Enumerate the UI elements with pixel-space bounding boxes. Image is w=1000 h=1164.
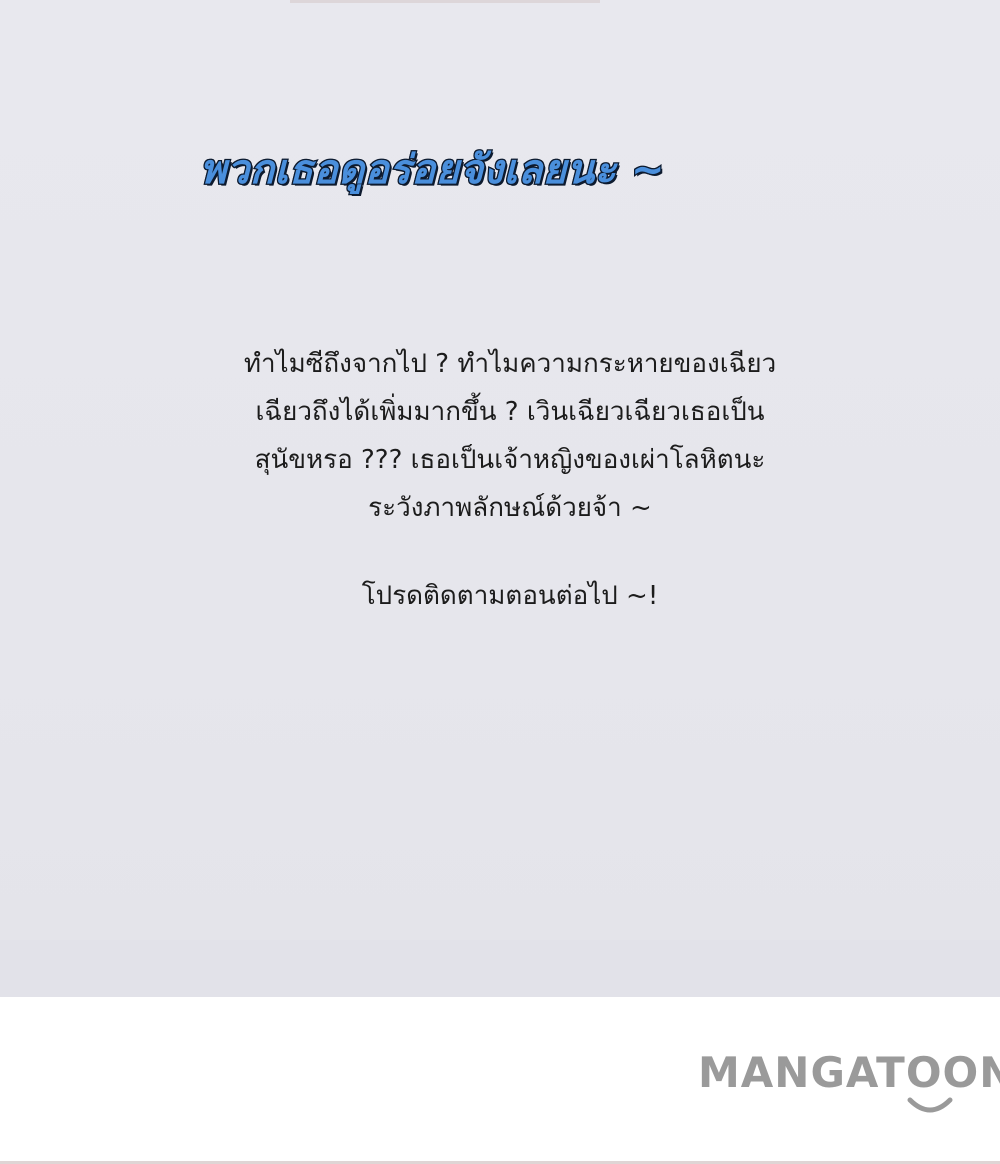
- panel-top-edge: [290, 0, 600, 3]
- mangatoon-watermark: MANGATOON: [698, 1046, 1000, 1116]
- body-line: เฉียวถึงได้เพิ่มมากขึ้น ? เวินเฉียวเฉียว…: [255, 397, 765, 427]
- smile-icon: [907, 1097, 953, 1113]
- panel-body-text: ทำไมซีถึงจากไป ? ทำไมความกระหายของเฉียว …: [110, 340, 910, 532]
- panel-title: พวกเธอดูอร่อยจังเลยนะ ~: [199, 146, 666, 195]
- comic-panel: พวกเธอดูอร่อยจังเลยนะ ~ ทำไมซีถึงจากไป ?…: [0, 0, 1000, 997]
- body-line: สุนัขหรอ ??? เธอเป็นเจ้าหญิงของเผ่าโลหิต…: [254, 445, 766, 475]
- body-line: ระวังภาพลักษณ์ด้วยจ้า ~: [368, 493, 652, 523]
- body-line: ทำไมซีถึงจากไป ? ทำไมความกระหายของเฉียว: [243, 349, 777, 379]
- watermark-text: MANGATOON: [698, 1048, 1000, 1097]
- follow-next-episode-text: โปรดติดตามตอนต่อไป ~!: [361, 581, 659, 611]
- panel-bottom-band: [0, 940, 1000, 997]
